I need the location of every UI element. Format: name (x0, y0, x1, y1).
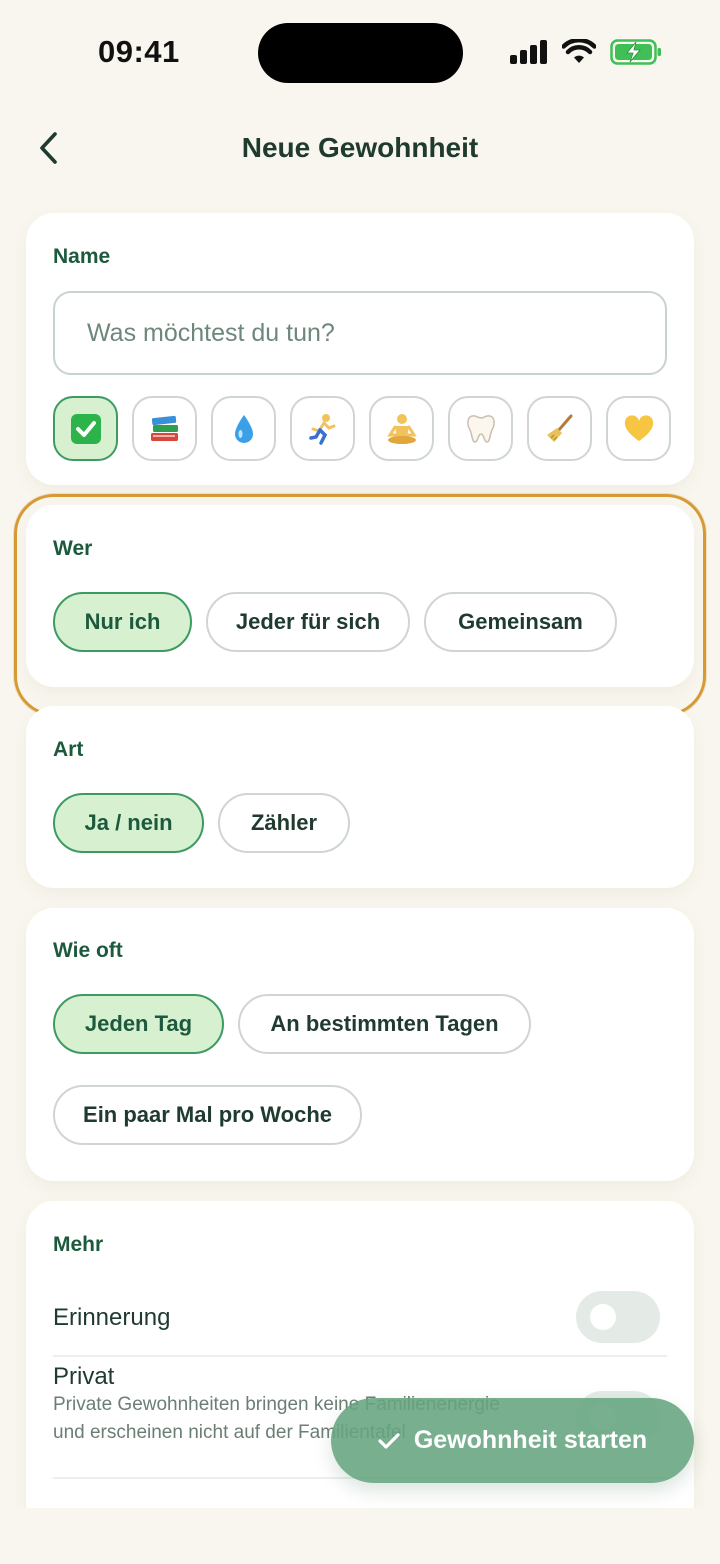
name-label: Name (53, 245, 111, 268)
chip-nur-ich[interactable]: Nur ich (53, 592, 192, 652)
check-icon (378, 1432, 400, 1449)
art-card: Art Ja / nein Zähler (26, 706, 694, 888)
emoji-option-check[interactable] (53, 396, 118, 461)
emoji-option-heart[interactable] (606, 396, 671, 461)
art-label: Art (53, 738, 84, 761)
books-icon (150, 415, 178, 441)
art-options: Ja / nein Zähler (53, 793, 350, 853)
status-bar: 09:41 (0, 0, 720, 100)
chip-ja-nein[interactable]: Ja / nein (53, 793, 204, 853)
dynamic-island (258, 23, 463, 83)
tooth-icon (466, 414, 495, 443)
wer-card: Wer Nur ich Jeder für sich Gemeinsam (26, 505, 694, 687)
yellow-heart-icon (624, 414, 653, 441)
wie-oft-label: Wie oft (53, 939, 123, 962)
status-icons (510, 36, 662, 68)
meditation-icon (386, 413, 417, 444)
reminder-row: Erinnerung (53, 1304, 667, 1332)
wie-oft-card: Wie oft Jeden Tag An bestimmten Tagen Ei… (26, 908, 694, 1181)
reminder-label: Erinnerung (53, 1304, 171, 1331)
bottom-fade (0, 1508, 720, 1564)
page-title: Neue Gewohnheit (241, 132, 479, 163)
battery-charging-icon (610, 39, 661, 65)
divider (53, 1355, 667, 1357)
wer-options: Nur ich Jeder für sich Gemeinsam (53, 592, 617, 652)
mehr-label: Mehr (53, 1233, 104, 1256)
wie-oft-options-row-1: Jeden Tag An bestimmten Tagen (53, 994, 531, 1054)
reminder-toggle[interactable] (576, 1291, 660, 1343)
emoji-option-tooth[interactable] (448, 396, 513, 461)
broom-icon (546, 414, 572, 442)
emoji-option-running[interactable] (290, 396, 355, 461)
emoji-option-books[interactable] (132, 396, 197, 461)
wie-oft-options-row-2: Ein paar Mal pro Woche (53, 1085, 362, 1145)
start-habit-label: Gewohnheit starten (413, 1426, 648, 1454)
habit-name-input[interactable] (53, 291, 667, 375)
chip-ein-paar-mal-pro-woche[interactable]: Ein paar Mal pro Woche (53, 1085, 362, 1145)
chip-jeder-fuer-sich[interactable]: Jeder für sich (206, 592, 410, 652)
cellular-signal-icon (510, 40, 547, 64)
start-habit-button[interactable]: Gewohnheit starten (331, 1398, 694, 1483)
emoji-option-water[interactable] (211, 396, 276, 461)
running-person-icon (308, 413, 335, 445)
wifi-icon (562, 39, 596, 63)
reminder-toggle-knob (590, 1304, 616, 1330)
emoji-option-broom[interactable] (527, 396, 592, 461)
wer-label: Wer (53, 537, 93, 560)
chip-an-bestimmten-tagen[interactable]: An bestimmten Tagen (238, 994, 531, 1054)
emoji-option-meditation[interactable] (369, 396, 434, 461)
chip-zaehler[interactable]: Zähler (218, 793, 350, 853)
emoji-picker (53, 396, 671, 461)
nav-header: Neue Gewohnheit (0, 110, 720, 190)
chip-jeden-tag[interactable]: Jeden Tag (53, 994, 224, 1054)
water-drop-icon (234, 414, 253, 443)
chip-gemeinsam[interactable]: Gemeinsam (424, 592, 617, 652)
name-card: Name (26, 213, 694, 485)
status-time: 09:41 (98, 34, 180, 69)
private-label: Privat (53, 1363, 115, 1390)
check-mark-icon (70, 413, 101, 444)
